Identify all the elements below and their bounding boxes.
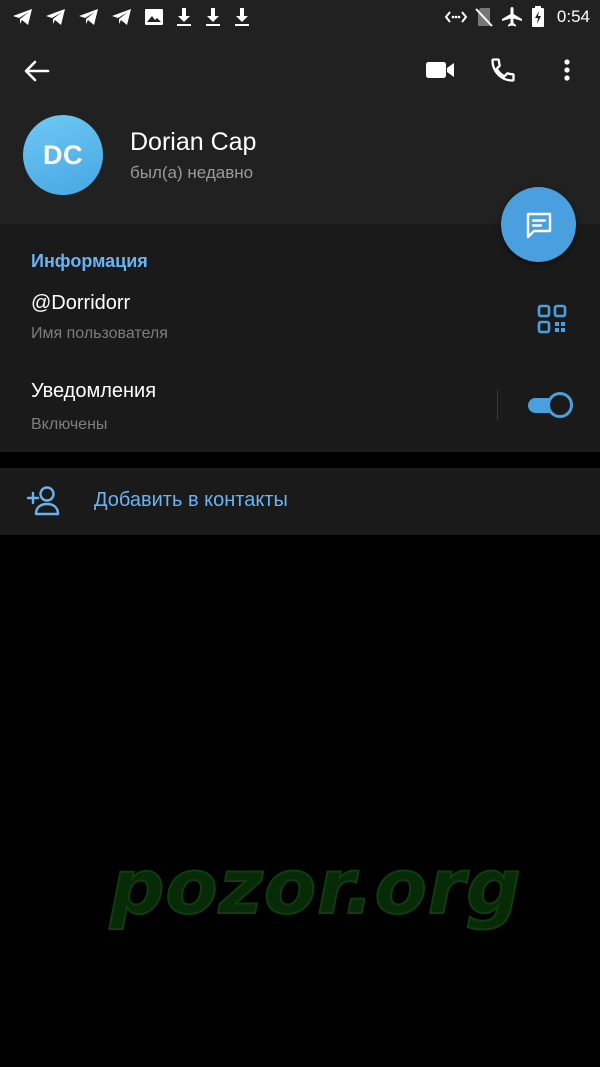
username-label: Имя пользователя [31,325,168,342]
notifications-title: Уведомления [31,380,157,402]
video-call-button[interactable] [422,54,458,86]
no-sim-icon [475,7,493,27]
username-value[interactable]: @Dorridorr [31,292,130,315]
telegram-icon [12,8,34,26]
toggle-knob [547,392,573,418]
more-vertical-icon [564,59,570,81]
download-icon [175,7,193,27]
back-button[interactable] [20,56,54,86]
send-message-button[interactable] [501,187,576,262]
avatar[interactable]: DC [23,115,103,195]
info-section: Информация @Dorridorr Имя пользователя У… [0,224,600,452]
download-icon [204,7,222,27]
watermark: pozor.org [109,841,522,932]
airplane-icon [501,6,523,28]
profile-name: Dorian Cap [130,128,257,156]
qr-code-button[interactable] [536,303,568,335]
profile-header: DC Dorian Cap был(а) недавно [0,34,600,224]
add-person-icon [26,484,62,518]
image-icon [144,8,164,26]
telegram-icon [45,8,67,26]
notification-icons [12,7,251,27]
phone-icon [491,58,515,82]
voice-call-button[interactable] [485,54,521,86]
divider [497,390,498,420]
arrow-left-icon [24,60,50,82]
last-seen-status: был(а) недавно [130,163,254,182]
telegram-icon [111,8,133,26]
video-camera-icon [426,62,454,78]
notifications-toggle[interactable] [526,392,573,418]
add-to-contacts-button[interactable]: Добавить в контакты [0,468,600,535]
chat-bubble-icon [526,212,551,238]
data-saver-icon [444,10,467,24]
clock: 0:54 [556,7,590,26]
avatar-initials: DC [43,139,83,170]
system-icons: 0:54 [444,6,590,28]
telegram-icon [78,8,100,26]
notifications-state: Включены [31,416,108,433]
qr-code-icon [537,304,567,334]
more-options-button[interactable] [552,54,582,86]
info-section-title: Информация [31,251,148,271]
battery-charging-icon [531,6,545,28]
download-icon [233,7,251,27]
add-to-contacts-label: Добавить в контакты [94,489,288,511]
status-bar: 0:54 [0,0,600,34]
